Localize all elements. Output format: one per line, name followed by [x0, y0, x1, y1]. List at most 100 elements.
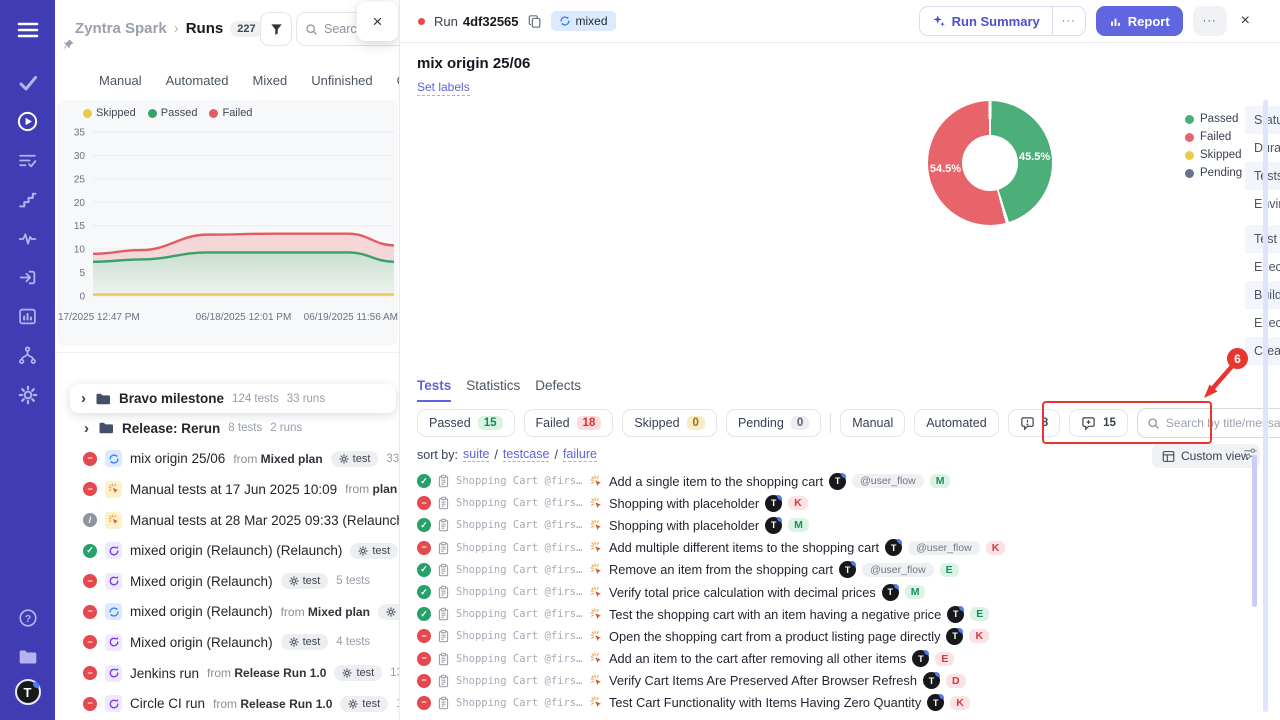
breadcrumb-section[interactable]: Runs: [186, 20, 224, 37]
run-row[interactable]: −Mixed origin (Relaunch)test5 tests: [55, 566, 400, 597]
sort-by-failure[interactable]: failure: [563, 447, 597, 462]
test-title[interactable]: Open the shopping cart from a product li…: [609, 629, 940, 644]
report-button[interactable]: Report: [1096, 6, 1183, 36]
comment-plus-icon: [1081, 416, 1096, 431]
test-title[interactable]: Test Cart Functionality with Items Havin…: [609, 695, 921, 710]
run-row[interactable]: ✓mixed origin (Relaunch) (Relaunch)test: [55, 535, 400, 566]
donut-legend-item[interactable]: Passed: [1185, 113, 1242, 125]
annotation-arrow: [1196, 362, 1242, 404]
filter-chip-automated[interactable]: Automated: [914, 409, 998, 437]
legend-item[interactable]: Passed: [148, 107, 198, 119]
test-title[interactable]: Add a single item to the shopping cart: [609, 474, 823, 489]
tab-mixed[interactable]: Mixed: [253, 73, 288, 88]
manual-test-icon: [590, 497, 603, 510]
test-row[interactable]: ✓Shopping Cart @first…Shopping with plac…: [417, 514, 1262, 536]
tests-scrollbar[interactable]: [1252, 455, 1257, 607]
tab-manual[interactable]: Manual: [99, 73, 142, 88]
copy-icon[interactable]: [528, 14, 542, 29]
test-title[interactable]: Shopping with placeholder: [609, 518, 759, 533]
run-summary-button[interactable]: Run Summary: [920, 7, 1052, 35]
test-row[interactable]: −Shopping Cart @first…Open the shopping …: [417, 625, 1262, 647]
steps-icon[interactable]: [0, 180, 55, 219]
chevron-right-icon[interactable]: ›: [80, 391, 87, 406]
test-row[interactable]: ✓Shopping Cart @first…Remove an item fro…: [417, 559, 1262, 581]
chevron-right-icon[interactable]: ›: [83, 421, 90, 436]
activity-icon[interactable]: [0, 219, 55, 258]
tab-defects[interactable]: Defects: [535, 378, 581, 402]
set-labels-link[interactable]: Set labels: [417, 80, 470, 96]
sort-by-testcase[interactable]: testcase: [503, 447, 550, 462]
test-row[interactable]: −Shopping Cart @first…Verify Cart Items …: [417, 670, 1262, 692]
filter-chip-failed[interactable]: Failed18: [524, 409, 614, 437]
chart-box-icon[interactable]: [0, 297, 55, 336]
tab-unfinished[interactable]: Unfinished: [311, 73, 372, 88]
more-options-button[interactable]: ···: [1193, 6, 1227, 36]
filter-chip-skipped[interactable]: Skipped0: [622, 409, 717, 437]
run-row[interactable]: −Mixed origin (Relaunch)test4 tests: [55, 627, 400, 658]
test-title[interactable]: Add an item to the cart after removing a…: [609, 651, 906, 666]
test-row[interactable]: −Shopping Cart @first…Test Cart Function…: [417, 692, 1262, 714]
folder-icon[interactable]: [0, 637, 55, 676]
donut-legend-item[interactable]: Failed: [1185, 131, 1242, 143]
test-row[interactable]: −Shopping Cart @first…Add an item to the…: [417, 648, 1262, 670]
test-title[interactable]: Verify Cart Items Are Preserved After Br…: [609, 673, 917, 688]
tab-tests[interactable]: Tests: [417, 378, 451, 402]
gear-icon[interactable]: [0, 375, 55, 414]
run-row[interactable]: −Manual tests at 17 Jun 2025 10:09from p…: [55, 474, 400, 505]
detail-tabs: Tests Statistics Defects: [417, 378, 581, 402]
check-icon[interactable]: [0, 63, 55, 102]
panel-scrollbar[interactable]: [1263, 100, 1268, 712]
legend-item[interactable]: Failed: [209, 107, 252, 119]
donut-legend-item[interactable]: Skipped: [1185, 149, 1242, 161]
filter-chip-passed[interactable]: Passed15: [417, 409, 515, 437]
close-panel-button[interactable]: ×: [1237, 12, 1254, 30]
sort-by-suite[interactable]: suite: [463, 447, 489, 462]
environment-badge: test: [281, 573, 329, 589]
run-row[interactable]: −mix origin 25/06from Mixed plantest33 t…: [55, 444, 400, 475]
test-title[interactable]: Test the shopping cart with an item havi…: [609, 607, 941, 622]
passed-icon: ✓: [417, 563, 431, 577]
list-check-icon[interactable]: [0, 141, 55, 180]
run-row[interactable]: −mixed origin (Relaunch)from Mixed plant…: [55, 597, 400, 628]
test-row[interactable]: −Shopping Cart @first…Add multiple diffe…: [417, 537, 1262, 559]
play-circle-icon[interactable]: [0, 102, 55, 141]
environment-badge: test: [378, 604, 400, 620]
filter-chip-pending[interactable]: Pending0: [726, 409, 821, 437]
test-row[interactable]: ✓Shopping Cart @first…Verify total price…: [417, 581, 1262, 603]
owner-badge: E: [935, 652, 954, 666]
tests-search[interactable]: [1137, 408, 1280, 438]
milestone-row[interactable]: ›Release: Rerun8 tests2 runs: [55, 413, 400, 444]
user-avatar[interactable]: T: [0, 676, 55, 708]
tab-automated[interactable]: Automated: [166, 73, 229, 88]
folder-icon: [98, 420, 114, 436]
legend-item[interactable]: Skipped: [83, 107, 136, 119]
test-title[interactable]: Remove an item from the shopping cart: [609, 562, 833, 577]
popup-close-button[interactable]: ×: [357, 2, 398, 41]
owner-badge: K: [788, 496, 808, 510]
milestone-row[interactable]: ›Bravo milestone124 tests33 runs: [70, 384, 396, 413]
filter-chip-manual[interactable]: Manual: [840, 409, 905, 437]
donut-legend-item[interactable]: Pending: [1185, 167, 1242, 179]
sign-in-icon[interactable]: [0, 258, 55, 297]
branch-icon[interactable]: [0, 336, 55, 375]
test-row[interactable]: −Shopping Cart @first…Shopping with plac…: [417, 492, 1262, 514]
menu-icon[interactable]: [0, 10, 55, 49]
help-icon[interactable]: ?: [0, 598, 55, 637]
run-row[interactable]: −Circle CI runfrom Release Run 1.0test13…: [55, 688, 400, 719]
filter-button[interactable]: [260, 12, 292, 46]
run-summary-more-button[interactable]: ···: [1052, 7, 1085, 35]
test-title[interactable]: Add multiple different items to the shop…: [609, 540, 879, 555]
filter-chip-comment-plus[interactable]: 15: [1069, 409, 1128, 437]
run-row[interactable]: −Jenkins runfrom Release Run 1.0test13 t…: [55, 658, 400, 689]
test-title[interactable]: Shopping with placeholder: [609, 496, 759, 511]
breadcrumb-app[interactable]: Zyntra Spark: [75, 20, 167, 37]
tab-statistics[interactable]: Statistics: [466, 378, 520, 402]
test-row[interactable]: ✓Shopping Cart @first…Test the shopping …: [417, 603, 1262, 625]
failed-icon: −: [417, 696, 431, 710]
passed-icon: ✓: [417, 585, 431, 599]
filter-chip-comment-exclamation[interactable]: 8: [1008, 409, 1060, 437]
run-row[interactable]: /Manual tests at 28 Mar 2025 09:33 (Rela…: [55, 505, 400, 536]
test-title[interactable]: Verify total price calculation with deci…: [609, 585, 876, 600]
avatar: T: [885, 539, 902, 556]
test-row[interactable]: ✓Shopping Cart @first…Add a single item …: [417, 470, 1262, 492]
